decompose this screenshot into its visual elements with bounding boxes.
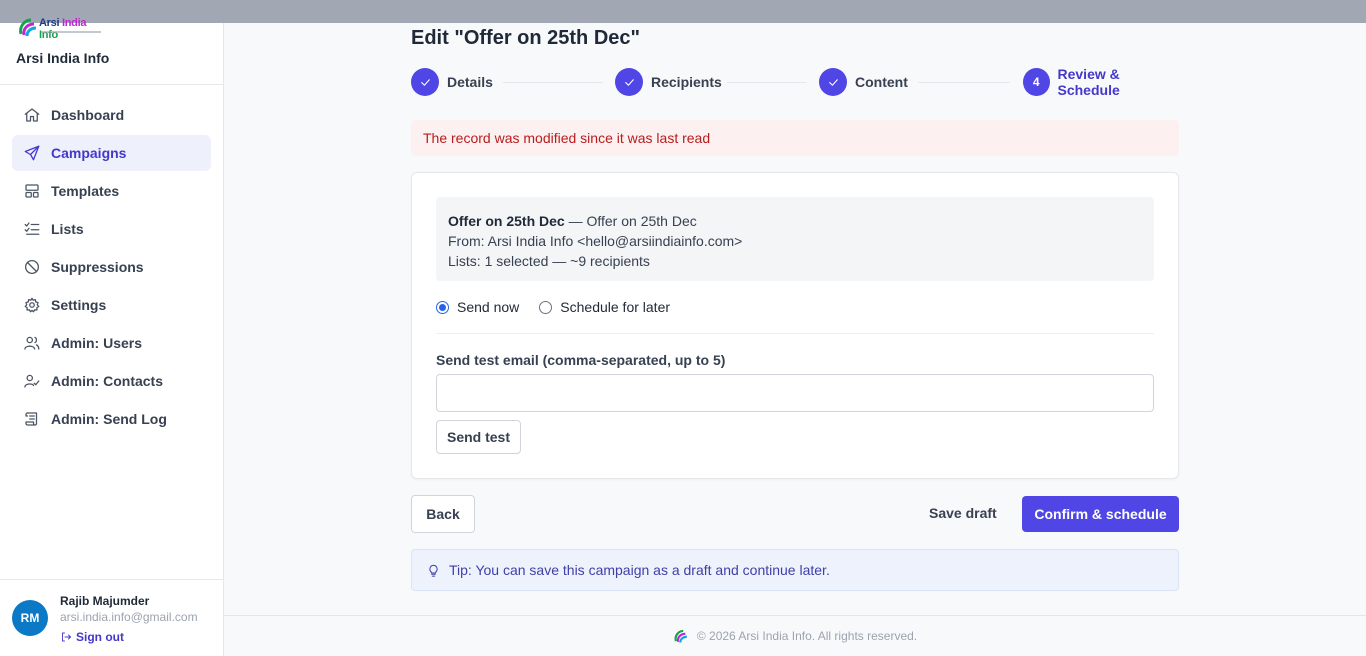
test-email-input[interactable] [436,374,1154,412]
step-label: Details [447,74,493,90]
step-done-badge [615,68,643,96]
sidebar-item-label: Admin: Send Log [51,411,167,427]
campaign-subject: — Offer on 25th Dec [564,213,697,229]
step-label: Content [855,74,908,90]
sidebar-item-label: Lists [51,221,84,237]
check-icon [828,78,838,86]
sidebar-item-campaigns[interactable]: Campaigns [12,135,211,171]
scroll-icon [25,412,38,426]
avatar: RM [12,600,48,636]
sidebar-item-label: Campaigns [51,145,127,161]
step-details[interactable]: Details [411,68,493,96]
home-icon [24,108,40,122]
logo-mark-icon [19,18,37,37]
ban-icon [24,259,40,275]
sidebar-item-dashboard[interactable]: Dashboard [12,97,211,133]
sign-out-icon [62,632,71,642]
sidebar-item-admin-users[interactable]: Admin: Users [12,325,211,361]
step-number-badge: 4 [1023,68,1050,96]
campaign-name: Offer on 25th Dec [448,213,565,229]
test-email-label: Send test email (comma-separated, up to … [436,352,726,368]
summary-from: From: Arsi India Info <hello@arsiindiain… [448,233,743,249]
summary-lists: Lists: 1 selected — ~9 recipients [448,253,650,269]
sign-out-link[interactable]: Sign out [60,630,124,644]
step-label: Recipients [651,74,722,90]
brand-name: Arsi India Info [16,50,110,66]
schedule-later-radio[interactable] [539,300,553,314]
step-content[interactable]: Content [819,68,908,96]
sign-out-label: Sign out [76,630,124,644]
step-done-badge [819,68,847,96]
save-draft-button[interactable]: Save draft [929,505,997,521]
gear-icon [24,297,40,313]
schedule-later-label: Schedule for later [560,299,671,315]
check-icon [624,78,634,86]
tip-text: Tip: You can save this campaign as a dra… [449,562,830,578]
sidebar-item-admin-send-log[interactable]: Admin: Send Log [12,401,211,437]
lightbulb-icon [429,564,438,577]
step-review-schedule[interactable]: 4 Review & Schedule [1023,66,1179,98]
divider [436,333,1154,334]
logo-word-1: Arsi [39,17,60,29]
list-check-icon [24,222,40,235]
layout-icon [25,184,39,198]
sidebar-item-admin-contacts[interactable]: Admin: Contacts [12,363,211,399]
step-connector [918,82,1010,83]
sidebar-item-label: Suppressions [51,259,144,275]
main-content: Edit "Offer on 25th Dec" Details Recipie… [224,0,1366,656]
sidebar-item-lists[interactable]: Lists [12,211,211,247]
campaign-summary: Offer on 25th Dec — Offer on 25th Dec Fr… [436,197,1154,281]
sidebar-nav: Dashboard Campaigns Templates Lists Supp… [0,85,223,437]
schedule-options: Send now Schedule for later [436,299,690,315]
send-icon [24,145,40,161]
summary-title-line: Offer on 25th Dec — Offer on 25th Dec [448,211,1142,231]
step-done-badge [411,68,439,96]
sidebar-item-templates[interactable]: Templates [12,173,211,209]
sidebar-item-label: Templates [51,183,120,199]
sidebar-item-label: Admin: Contacts [51,373,163,389]
footer-text: © 2026 Arsi India Info. All rights reser… [696,629,918,643]
step-recipients[interactable]: Recipients [615,68,722,96]
user-panel: RM Rajib Majumder arsi.india.info@gmail.… [0,579,223,656]
footer-logo-icon [674,629,687,643]
back-button[interactable]: Back [411,495,475,533]
user-name: Rajib Majumder [60,594,150,608]
sidebar: Arsi India Info Arsi India Info Dashboar… [0,0,224,656]
sidebar-item-label: Settings [51,297,107,313]
top-overlay-bar [0,0,1366,23]
sidebar-item-suppressions[interactable]: Suppressions [12,249,211,285]
sidebar-item-label: Dashboard [51,107,125,123]
step-connector [503,82,603,83]
wizard-steps: Details Recipients Content 4 Review & Sc… [411,66,1179,98]
brand-logo[interactable]: Arsi India Info [17,14,103,41]
logo-word-2: India [61,17,87,29]
page-title: Edit "Offer on 25th Dec" [411,27,640,49]
sidebar-item-settings[interactable]: Settings [12,287,211,323]
sidebar-item-label: Admin: Users [51,335,143,351]
step-connector [727,82,807,83]
confirm-schedule-button[interactable]: Confirm & schedule [1022,496,1179,532]
tip-banner: Tip: You can save this campaign as a dra… [411,549,1179,591]
user-email: arsi.india.info@gmail.com [60,610,198,624]
alert-text: The record was modified since it was las… [423,130,711,146]
page-footer: © 2026 Arsi India Info. All rights reser… [224,615,1366,656]
user-check-icon [24,374,40,388]
check-icon [420,78,430,86]
error-alert: The record was modified since it was las… [411,120,1179,156]
schedule-later-option[interactable]: Schedule for later [539,299,670,315]
send-test-button[interactable]: Send test [436,420,521,454]
send-now-radio[interactable] [436,300,449,314]
users-icon [24,336,40,350]
review-card: Offer on 25th Dec — Offer on 25th Dec Fr… [411,172,1179,479]
send-now-option[interactable]: Send now [436,299,519,315]
logo-wordmark: Arsi India Info [39,17,103,41]
logo-tagline-strip [41,31,101,33]
step-label: Review & Schedule [1057,66,1120,98]
send-now-label: Send now [457,299,520,315]
